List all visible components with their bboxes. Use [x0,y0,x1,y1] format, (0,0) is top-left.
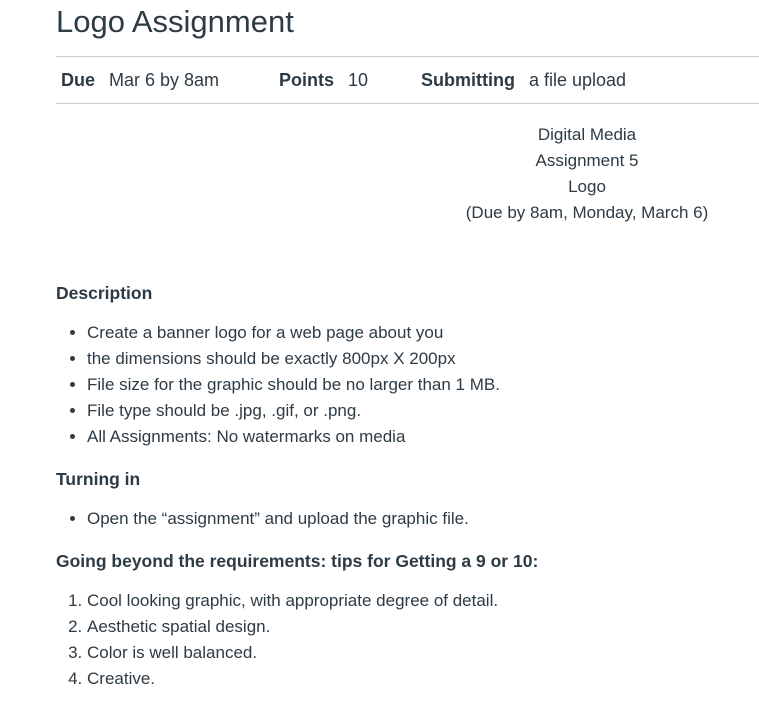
description-list: Create a banner logo for a web page abou… [56,320,759,450]
assignment-page: Logo Assignment Due Mar 6 by 8am Points … [56,0,759,692]
page-title: Logo Assignment [56,4,294,39]
points-detail: Points 10 [279,70,421,91]
list-item: File size for the graphic should be no l… [87,372,759,398]
header-line: Assignment 5 [535,151,639,170]
assignment-details-bar: Due Mar 6 by 8am Points 10 Submitting a … [56,56,759,104]
submitting-label: Submitting [421,69,515,90]
list-item: File type should be .jpg, .gif, or .png. [87,398,759,424]
beyond-requirements-list: Cool looking graphic, with appropriate d… [56,588,759,692]
list-item: Color is well balanced. [87,640,759,666]
submitting-detail: Submitting a file upload [421,70,626,91]
submitting-value: a file upload [528,69,627,90]
due-label: Due [61,69,96,90]
list-item: Aesthetic spatial design. [87,614,759,640]
assignment-header-block: Digital Media Assignment 5 Logo (Due by … [460,122,714,226]
list-item: All Assignments: No watermarks on media [87,424,759,450]
header-line: (Due by 8am, Monday, March 6) [465,203,709,222]
turning-in-list: Open the “assignment” and upload the gra… [56,506,759,532]
points-label: Points [279,69,335,90]
header-line: Digital Media [537,125,637,144]
turning-in-heading: Turning in [56,469,141,489]
description-heading: Description [56,283,153,303]
list-item: Creative. [87,666,759,692]
due-detail: Due Mar 6 by 8am [61,70,279,91]
header-line: Logo [568,177,606,196]
list-item: Create a banner logo for a web page abou… [87,320,759,346]
list-item: Cool looking graphic, with appropriate d… [87,588,759,614]
beyond-requirements-heading: Going beyond the requirements: tips for … [56,551,539,571]
points-value: 10 [348,69,369,90]
due-value: Mar 6 by 8am [109,69,220,90]
list-item: the dimensions should be exactly 800px X… [87,346,759,372]
list-item: Open the “assignment” and upload the gra… [87,506,759,532]
